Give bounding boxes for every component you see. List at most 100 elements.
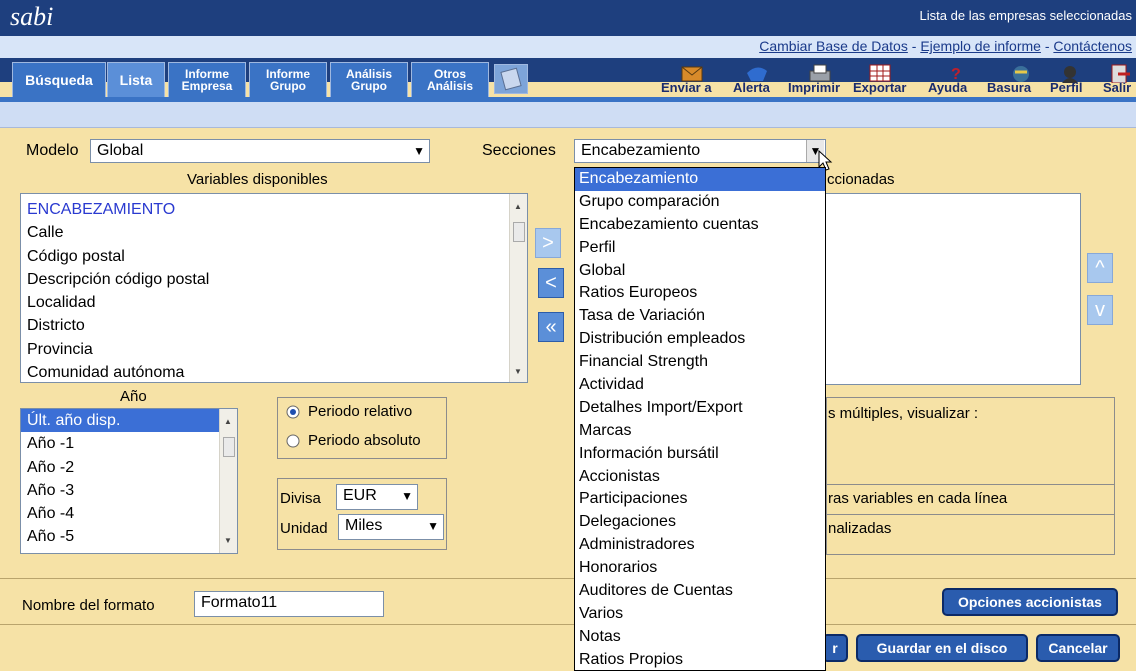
scroll-thumb[interactable] [223, 437, 235, 457]
move-right-button[interactable]: > [535, 228, 561, 258]
move-down-button[interactable]: v [1087, 295, 1113, 325]
radio-periodo-relativo[interactable] [285, 404, 301, 420]
dropdown-option[interactable]: Detalhes Import/Export [575, 397, 825, 420]
nombre-formato-input[interactable]: Formato11 [194, 591, 384, 617]
scroll-down-icon[interactable]: ▼ [224, 536, 232, 545]
alert-button[interactable]: Alerta [733, 80, 770, 95]
dropdown-option[interactable]: Información bursátil [575, 443, 825, 466]
chevron-up-icon: ^ [1095, 257, 1105, 279]
list-item-selected[interactable]: Últ. año disp. [21, 409, 219, 433]
print-button[interactable]: Imprimir [788, 80, 840, 95]
dropdown-option[interactable]: Tasa de Variación [575, 305, 825, 328]
tab-busqueda[interactable]: Búsqueda [12, 62, 106, 98]
tab-informe-empresa[interactable]: Informe Empresa [168, 62, 246, 98]
scrollbar[interactable]: ▲ ▼ [509, 194, 527, 382]
profile-button[interactable]: Perfil [1050, 80, 1083, 95]
dropdown-option[interactable]: Varios [575, 603, 825, 626]
modelo-select[interactable]: Global ▼ [90, 139, 430, 163]
dropdown-option[interactable]: Distribución empleados [575, 328, 825, 351]
contact-link[interactable]: Contáctenos [1053, 38, 1132, 54]
tab-informe-grupo[interactable]: Informe Grupo [249, 62, 327, 98]
anio-list[interactable]: Últ. año disp. Año -1 Año -2 Año -3 Año … [20, 408, 238, 554]
dropdown-option[interactable]: Perfil [575, 237, 825, 260]
list-item[interactable]: Localidad [21, 291, 527, 314]
unidad-select[interactable]: Miles ▼ [338, 514, 444, 540]
scroll-up-icon[interactable]: ▲ [514, 202, 522, 211]
export-button[interactable]: Exportar [853, 80, 906, 95]
tab-analisis-grupo[interactable]: Análisis Grupo [330, 62, 408, 98]
notepad-tab[interactable] [494, 64, 528, 94]
radio-periodo-absoluto[interactable] [285, 433, 301, 449]
dropdown-option[interactable]: Global [575, 260, 825, 283]
example-report-link[interactable]: Ejemplo de informe [920, 38, 1041, 54]
unidad-label: Unidad [280, 520, 328, 537]
scrollbar[interactable]: ▲ ▼ [219, 409, 237, 553]
list-item[interactable]: Año -4 [21, 502, 237, 525]
list-item[interactable]: Districto [21, 314, 527, 337]
secciones-select[interactable]: Encabezamiento ▼ [574, 139, 826, 163]
opciones-accionistas-button[interactable]: Opciones accionistas [942, 588, 1118, 616]
chevron-down-icon: ▼ [401, 489, 413, 503]
sabi-logo: sabi [10, 2, 54, 31]
move-up-button[interactable]: ^ [1087, 253, 1113, 283]
tab-label: Grupo [270, 79, 306, 93]
list-item[interactable]: Año -1 [21, 432, 237, 455]
list-item[interactable]: Provincia [21, 338, 527, 361]
list-item[interactable]: Calle [21, 221, 527, 244]
tab-label: Búsqueda [25, 72, 93, 88]
dropdown-option[interactable]: Grupo comparación [575, 191, 825, 214]
divisa-select[interactable]: EUR ▼ [336, 484, 418, 510]
variables-disponibles-label: Variables disponibles [187, 171, 328, 188]
dropdown-option[interactable]: Encabezamiento cuentas [575, 214, 825, 237]
nombre-formato-label: Nombre del formato [22, 597, 155, 614]
list-item[interactable]: ENCABEZAMIENTO [21, 198, 527, 221]
send-button[interactable]: Enviar a [661, 80, 712, 95]
secciones-value: Encabezamiento [581, 142, 701, 159]
dropdown-option[interactable]: Honorarios [575, 557, 825, 580]
scroll-down-icon[interactable]: ▼ [514, 367, 522, 376]
dropdown-option[interactable]: Financial Strength [575, 351, 825, 374]
scroll-up-icon[interactable]: ▲ [224, 417, 232, 426]
trash-button[interactable]: Basura [987, 80, 1031, 95]
help-button[interactable]: Ayuda [928, 80, 967, 95]
list-item[interactable]: Comunidad autónoma [21, 361, 527, 382]
dropdown-option[interactable]: Auditores de Cuentas [575, 580, 825, 603]
dropdown-option[interactable]: Accionistas [575, 466, 825, 489]
dropdown-option[interactable]: Ratios Propios [575, 649, 825, 670]
header-links: Cambiar Base de Datos - Ejemplo de infor… [759, 38, 1132, 54]
list-item[interactable]: Código postal [21, 245, 527, 268]
otras-variables-text: ras variables en cada línea [828, 490, 1008, 507]
dropdown-option[interactable]: Actividad [575, 374, 825, 397]
move-all-left-button[interactable]: « [538, 312, 564, 342]
list-item[interactable]: Año -3 [21, 479, 237, 502]
move-left-button[interactable]: < [538, 268, 564, 298]
dropdown-option[interactable]: Ratios Europeos [575, 282, 825, 305]
list-item[interactable]: Año -5 [21, 525, 237, 548]
list-item[interactable]: Año -2 [21, 456, 237, 479]
dropdown-option[interactable]: Administradores [575, 534, 825, 557]
dropdown-option[interactable]: Participaciones [575, 488, 825, 511]
exit-button[interactable]: Salir [1103, 80, 1131, 95]
guardar-disco-button[interactable]: Guardar en el disco [856, 634, 1028, 662]
modelo-value: Global [97, 142, 144, 159]
variables-disponibles-list[interactable]: ENCABEZAMIENTO Calle Código postal Descr… [20, 193, 528, 383]
dropdown-option[interactable]: Delegaciones [575, 511, 825, 534]
dropdown-option-selected[interactable]: Encabezamiento [575, 168, 825, 191]
periodo-relativo-label: Periodo relativo [308, 403, 413, 420]
chevron-left-icon: < [545, 272, 557, 294]
divider [826, 484, 1115, 485]
chevron-down-icon: ▼ [413, 144, 425, 158]
dropdown-option[interactable]: Notas [575, 626, 825, 649]
nombre-formato-value: Formato11 [201, 594, 278, 611]
variables-seleccionadas-label: ccionadas [827, 171, 895, 188]
tab-lista[interactable]: Lista [107, 62, 165, 98]
scroll-thumb[interactable] [513, 222, 525, 242]
multiples-text: s múltiples, visualizar : [828, 405, 979, 422]
tab-label: Grupo [351, 79, 387, 93]
cancelar-button[interactable]: Cancelar [1036, 634, 1120, 662]
list-item[interactable]: Descripción código postal [21, 268, 527, 291]
tab-otros-analisis[interactable]: Otros Análisis [411, 62, 489, 98]
change-database-link[interactable]: Cambiar Base de Datos [759, 38, 908, 54]
secciones-dropdown-list[interactable]: Encabezamiento Grupo comparación Encabezam… [574, 167, 826, 671]
dropdown-option[interactable]: Marcas [575, 420, 825, 443]
